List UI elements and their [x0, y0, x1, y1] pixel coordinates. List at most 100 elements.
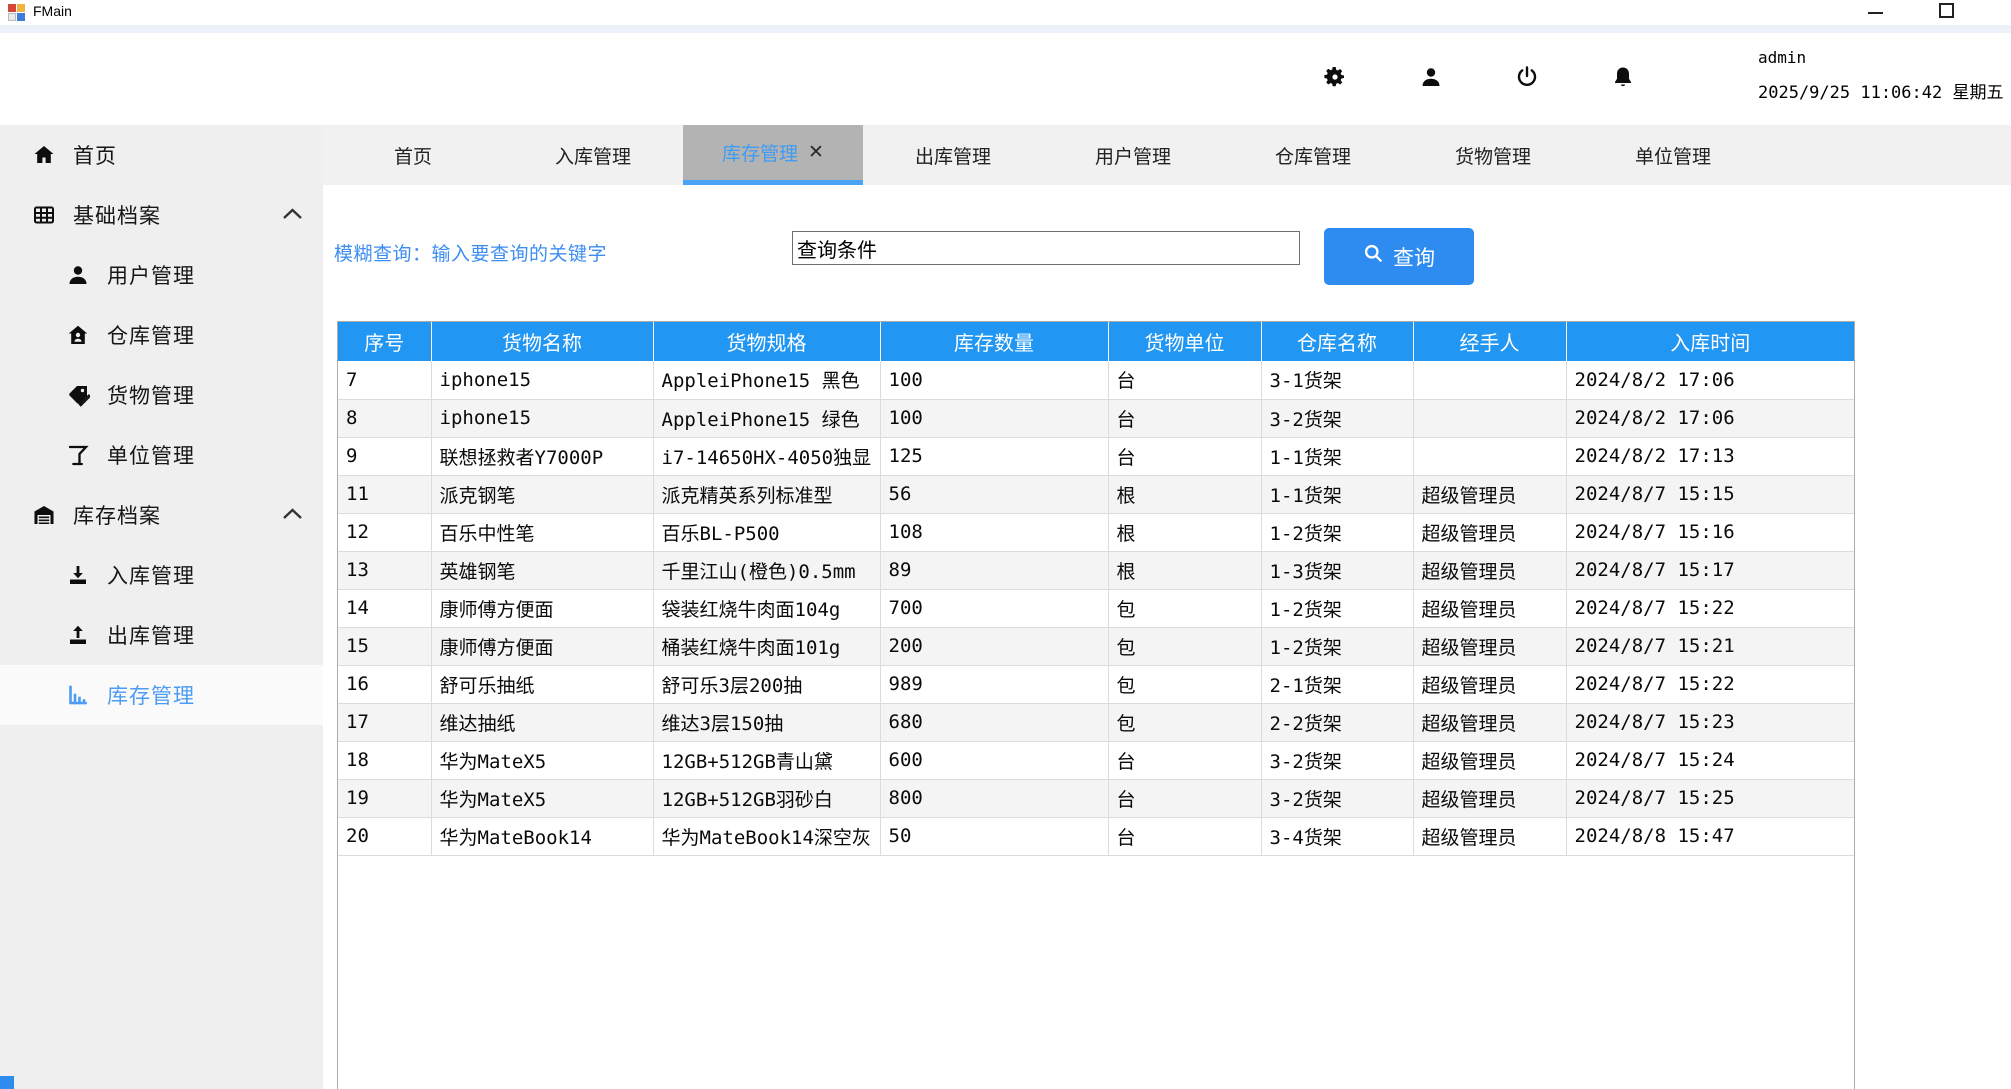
gear-icon [1323, 65, 1347, 89]
table-cell: 1-2货架 [1261, 589, 1413, 627]
table-cell: 2024/8/2 17:06 [1566, 361, 1854, 399]
inventory-table: 序号货物名称货物规格库存数量货物单位仓库名称经手人入库时间 7iphone15A… [338, 322, 1854, 856]
sidebar-item-user[interactable]: 用户管理 [0, 245, 323, 305]
table-cell: 康师傅方便面 [431, 627, 653, 665]
column-header[interactable]: 仓库名称 [1261, 322, 1413, 361]
table-cell: 13 [338, 551, 431, 589]
table-row[interactable]: 8iphone15AppleiPhone15 绿色100台3-2货架2024/8… [338, 399, 1854, 437]
table-cell: 2024/8/7 15:24 [1566, 741, 1854, 779]
maximize-button[interactable] [1939, 3, 1954, 18]
column-header[interactable]: 货物名称 [431, 322, 653, 361]
table-row[interactable]: 13英雄钢笔千里江山(橙色)0.5mm89根1-3货架超级管理员2024/8/7… [338, 551, 1854, 589]
bell-icon [1611, 65, 1635, 89]
column-header[interactable]: 货物单位 [1108, 322, 1261, 361]
datetime: 2025/9/25 11:06:42 星期五 [1758, 78, 2003, 103]
bottom-left-blue-badge [0, 1076, 14, 1089]
upload-icon [64, 623, 92, 647]
sidebar-item-upload[interactable]: 出库管理 [0, 605, 323, 665]
table-cell: 680 [880, 703, 1108, 741]
sidebar-item-label: 用户管理 [107, 260, 195, 290]
column-header[interactable]: 序号 [338, 322, 431, 361]
table-cell: 20 [338, 817, 431, 855]
table-row[interactable]: 11派克钢笔派克精英系列标准型56根1-1货架超级管理员2024/8/7 15:… [338, 475, 1854, 513]
table-cell: 华为MateX5 [431, 779, 653, 817]
tab-库存管理[interactable]: 库存管理 ✕ [683, 125, 863, 185]
tab-单位管理[interactable]: 单位管理 [1583, 125, 1763, 185]
menu-band [0, 25, 2011, 33]
search-input[interactable] [792, 231, 1300, 265]
search-button[interactable]: 查询 [1324, 228, 1474, 285]
sidebar-item-home[interactable]: 首页 [0, 125, 323, 185]
download-icon [64, 563, 92, 587]
gear-button[interactable] [1320, 62, 1350, 92]
table-row[interactable]: 17维达抽纸维达3层150抽680包2-2货架超级管理员2024/8/7 15:… [338, 703, 1854, 741]
column-header[interactable]: 库存数量 [880, 322, 1108, 361]
sidebar-item-grid[interactable]: 基础档案 [0, 185, 323, 245]
search-icon [1363, 243, 1384, 270]
app-window: FMain admin 2025/9/25 11:06:42 星期五 首页基础档… [0, 0, 2011, 1089]
column-header[interactable]: 入库时间 [1566, 322, 1854, 361]
table-row[interactable]: 19华为MateX512GB+512GB羽砂白800台3-2货架超级管理员202… [338, 779, 1854, 817]
table-cell: 根 [1108, 551, 1261, 589]
table-cell: 联想拯救者Y7000P [431, 437, 653, 475]
sidebar-item-label: 首页 [73, 140, 117, 170]
user-button[interactable] [1416, 62, 1446, 92]
table-cell: 华为MateBook14 [431, 817, 653, 855]
table-row[interactable]: 15康师傅方便面桶装红烧牛肉面101g200包1-2货架超级管理员2024/8/… [338, 627, 1854, 665]
table-row[interactable]: 18华为MateX512GB+512GB青山黛600台3-2货架超级管理员202… [338, 741, 1854, 779]
column-header[interactable]: 货物规格 [653, 322, 880, 361]
table-cell: 12GB+512GB青山黛 [653, 741, 880, 779]
sidebar-item-archive[interactable]: 库存档案 [0, 485, 323, 545]
chart-icon [64, 683, 92, 707]
chevron-up-icon[interactable] [282, 207, 303, 225]
table-cell: 19 [338, 779, 431, 817]
table-cell: 2024/8/8 15:47 [1566, 817, 1854, 855]
table-cell: 维达抽纸 [431, 703, 653, 741]
sidebar-item-funnel[interactable]: 单位管理 [0, 425, 323, 485]
bell-button[interactable] [1608, 62, 1638, 92]
table-row[interactable]: 14康师傅方便面袋装红烧牛肉面104g700包1-2货架超级管理员2024/8/… [338, 589, 1854, 627]
tab-出库管理[interactable]: 出库管理 [863, 125, 1043, 185]
table-cell: 14 [338, 589, 431, 627]
sidebar-item-download[interactable]: 入库管理 [0, 545, 323, 605]
table-cell: iphone15 [431, 399, 653, 437]
sidebar-item-tag[interactable]: 货物管理 [0, 365, 323, 425]
table-cell: 百乐BL-P500 [653, 513, 880, 551]
table-row[interactable]: 20华为MateBook14华为MateBook14深空灰50台3-4货架超级管… [338, 817, 1854, 855]
tab-用户管理[interactable]: 用户管理 [1043, 125, 1223, 185]
table-cell: 台 [1108, 779, 1261, 817]
table-cell: 50 [880, 817, 1108, 855]
tab-label: 库存管理 [722, 139, 798, 166]
table-cell: 2024/8/7 15:22 [1566, 665, 1854, 703]
tab-仓库管理[interactable]: 仓库管理 [1223, 125, 1403, 185]
table-cell: 3-2货架 [1261, 779, 1413, 817]
power-button[interactable] [1512, 62, 1542, 92]
chevron-up-icon[interactable] [282, 507, 303, 525]
column-header[interactable]: 经手人 [1413, 322, 1566, 361]
table-cell: 1-1货架 [1261, 437, 1413, 475]
table-row[interactable]: 9联想拯救者Y7000Pi7-14650HX-4050独显125台1-1货架20… [338, 437, 1854, 475]
table-cell: 华为MateX5 [431, 741, 653, 779]
sidebar-item-label: 货物管理 [107, 380, 195, 410]
sidebar-item-chart[interactable]: 库存管理 [0, 665, 323, 725]
table-cell: 108 [880, 513, 1108, 551]
sidebar-item-warehouse[interactable]: 仓库管理 [0, 305, 323, 365]
sidebar-item-label: 出库管理 [107, 620, 195, 650]
archive-icon [30, 503, 58, 527]
tab-close-icon[interactable]: ✕ [808, 143, 824, 162]
table-cell: 超级管理员 [1413, 551, 1566, 589]
tab-货物管理[interactable]: 货物管理 [1403, 125, 1583, 185]
tab-strip: 首页入库管理 库存管理 ✕ 出库管理用户管理仓库管理货物管理单位管理 [323, 125, 2011, 185]
minimize-button[interactable] [1868, 12, 1883, 14]
table-row[interactable]: 7iphone15AppleiPhone15 黑色100台3-1货架2024/8… [338, 361, 1854, 399]
tab-首页[interactable]: 首页 [323, 125, 503, 185]
tab-入库管理[interactable]: 入库管理 [503, 125, 683, 185]
table-cell: 派克钢笔 [431, 475, 653, 513]
app-icon [8, 4, 25, 21]
table-cell: 派克精英系列标准型 [653, 475, 880, 513]
table-cell: 包 [1108, 589, 1261, 627]
power-icon [1515, 65, 1539, 89]
table-row[interactable]: 12百乐中性笔百乐BL-P500108根1-2货架超级管理员2024/8/7 1… [338, 513, 1854, 551]
table-cell: 2024/8/2 17:06 [1566, 399, 1854, 437]
table-row[interactable]: 16舒可乐抽纸舒可乐3层200抽989包2-1货架超级管理员2024/8/7 1… [338, 665, 1854, 703]
